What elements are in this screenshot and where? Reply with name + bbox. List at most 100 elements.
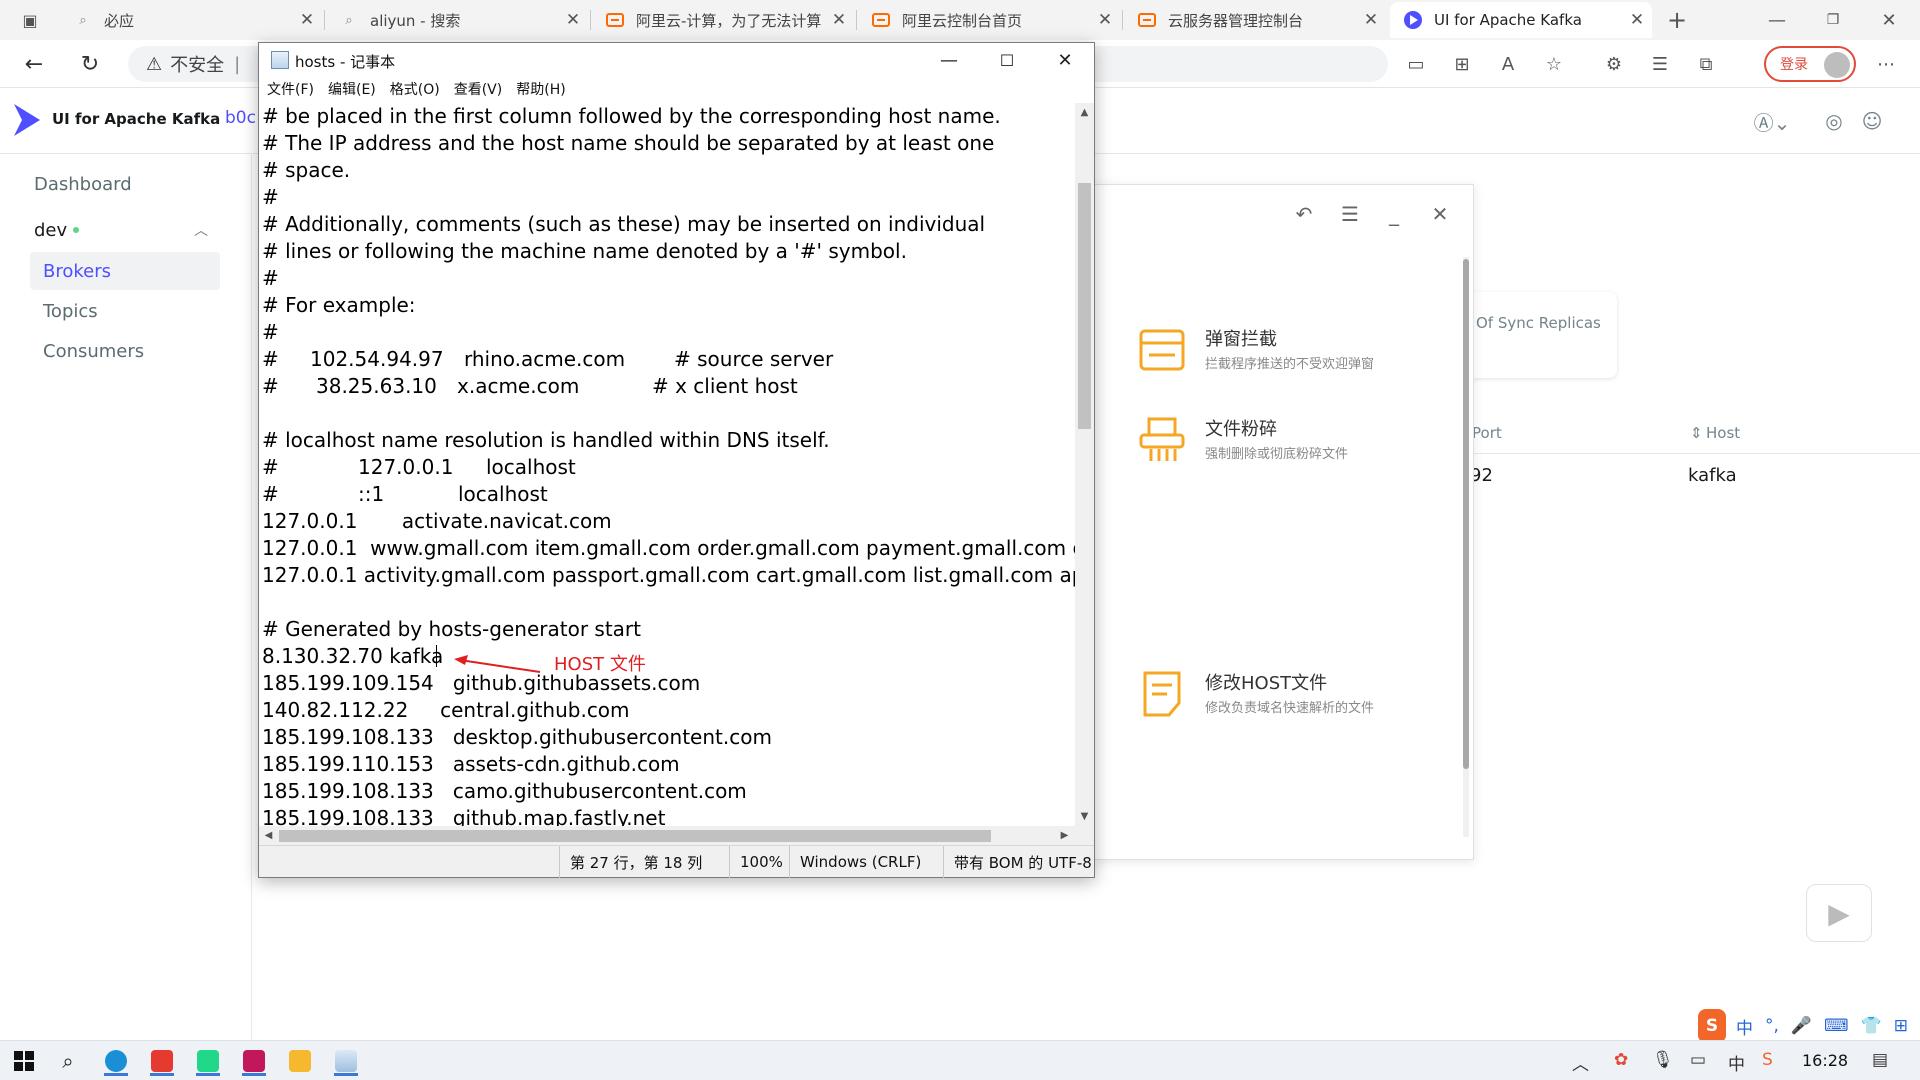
play-icon[interactable]: ▶ — [1806, 884, 1872, 942]
tray-expand-icon[interactable]: ︿ — [1572, 1050, 1589, 1075]
wps-app-icon[interactable] — [144, 1046, 180, 1076]
menu-edit[interactable]: 编辑(E) — [328, 79, 376, 99]
sogou-tray-icon[interactable]: S — [1762, 1050, 1773, 1070]
back-icon[interactable]: ← — [16, 48, 52, 80]
menu-format[interactable]: 格式(O) — [390, 79, 440, 99]
close-tab-icon[interactable]: ✕ — [1356, 10, 1386, 30]
sogou-ime-icon[interactable]: S — [1698, 1009, 1726, 1043]
favorite-star-icon[interactable]: ☆ — [1540, 52, 1568, 76]
tray-app-icon[interactable]: ✿ — [1614, 1050, 1628, 1070]
maximize-icon[interactable]: ☐ — [978, 43, 1036, 77]
device-icon[interactable]: ▭ — [1402, 52, 1430, 76]
minimize-icon[interactable]: — — [920, 43, 978, 77]
scroll-up-icon[interactable]: ▲ — [1075, 103, 1094, 121]
tab-aliyun-home[interactable]: 阿里云-计算，为了无法计算 ✕ — [592, 2, 854, 38]
vertical-scrollbar[interactable]: ▲ ▼ — [1075, 103, 1094, 867]
notification-icon[interactable]: ▤ — [1872, 1050, 1888, 1070]
menu-file[interactable]: 文件(F) — [267, 79, 314, 99]
ime-language[interactable]: 中 — [1736, 1014, 1753, 1039]
sidebar-item-topics[interactable]: Topics — [30, 292, 220, 330]
tool-file-shredder[interactable]: 文件粉碎 强制删除或彻底粉碎文件 — [1139, 413, 1439, 473]
scrollbar-thumb[interactable] — [279, 830, 991, 842]
discord-icon[interactable]: ☺ — [1858, 108, 1886, 134]
tool-desc: 强制删除或彻底粉碎文件 — [1205, 447, 1349, 462]
clock[interactable]: 16:28 — [1802, 1051, 1848, 1070]
microphone-icon[interactable]: 🎙 — [1652, 1050, 1674, 1070]
read-aloud-icon[interactable]: A — [1494, 52, 1522, 76]
punctuation-icon[interactable]: °, — [1765, 1016, 1779, 1036]
more-icon[interactable]: ⋯ — [1872, 52, 1900, 76]
list-icon[interactable]: ☰ — [1335, 199, 1365, 229]
text-editor-area[interactable]: # be placed in the first column followed… — [262, 103, 1076, 871]
scroll-down-icon[interactable]: ▼ — [1075, 807, 1094, 825]
close-tab-icon[interactable]: ✕ — [1622, 10, 1652, 30]
tab-aliyun-console[interactable]: 阿里云控制台首页 ✕ — [858, 2, 1120, 38]
sidebar-item-dashboard[interactable]: Dashboard — [30, 165, 220, 203]
column-header-host[interactable]: Host — [1706, 424, 1740, 442]
sidebar-item-consumers[interactable]: Consumers — [30, 332, 220, 370]
sort-icon[interactable]: ⇕ — [1690, 424, 1703, 442]
tab-ecs-console[interactable]: 云服务器管理控制台 ✕ — [1124, 2, 1386, 38]
sidebar-item-cluster[interactable]: dev ︿ — [30, 211, 220, 249]
collections-icon[interactable]: ⧉ — [1692, 52, 1720, 76]
start-icon[interactable] — [6, 1046, 42, 1076]
close-tab-icon[interactable]: ✕ — [1090, 10, 1120, 30]
tab-bing[interactable]: ⌕ 必应 ✕ — [60, 2, 322, 38]
keyboard-icon[interactable]: ⌨ — [1824, 1016, 1849, 1036]
battery-icon[interactable]: ▭ — [1690, 1050, 1706, 1070]
close-icon[interactable]: ✕ — [1036, 43, 1094, 77]
scroll-right-icon[interactable]: ▶ — [1055, 826, 1074, 844]
folder-app-icon[interactable] — [282, 1046, 318, 1076]
text-line: # 38.25.63.10 x.acme.com # x client host — [262, 373, 1062, 400]
minimize-icon[interactable]: — — [1754, 4, 1800, 36]
github-icon[interactable]: ◎ — [1820, 108, 1848, 134]
text-token: # source server — [674, 347, 834, 371]
microphone-icon[interactable]: 🎤 — [1791, 1016, 1812, 1036]
menu-view[interactable]: 查看(V) — [454, 79, 503, 99]
notepad-app-icon[interactable] — [328, 1046, 364, 1076]
tool-host-file[interactable]: 修改HOST文件 修改负责域名快速解析的文件 — [1139, 667, 1439, 727]
tab-kafka-ui[interactable]: UI for Apache Kafka ✕ — [1390, 2, 1652, 38]
scrollbar-thumb[interactable] — [1078, 183, 1091, 429]
search-icon[interactable]: ⌕ — [50, 1046, 86, 1076]
restore-icon[interactable]: ❐ — [1810, 4, 1856, 36]
idea-app-icon[interactable] — [236, 1046, 272, 1076]
extensions-icon[interactable]: ⚙ — [1600, 52, 1628, 76]
column-header-port[interactable]: Port — [1472, 424, 1502, 442]
edge-app-icon[interactable] — [98, 1046, 134, 1076]
aliyun-icon — [606, 11, 624, 29]
horizontal-scrollbar[interactable]: ◀ ▶ — [259, 826, 1075, 845]
tab-divider — [856, 10, 857, 30]
scroll-left-icon[interactable]: ◀ — [259, 826, 278, 844]
tab-actions-icon[interactable]: ▣ — [6, 4, 54, 36]
skin-icon[interactable]: 👕 — [1861, 1016, 1882, 1036]
apps-icon[interactable]: ⊞ — [1448, 52, 1476, 76]
close-tab-icon[interactable]: ✕ — [558, 10, 588, 30]
close-tab-icon[interactable]: ✕ — [292, 10, 322, 30]
text-line: 8.130.32.70 kafka — [262, 644, 444, 668]
favorites-icon[interactable]: ☰ — [1646, 52, 1674, 76]
user-menu-icon[interactable]: Ⓐ⌄ — [1752, 108, 1792, 135]
tool-popup-block[interactable]: 弹窗拦截 拦截程序推送的不受欢迎弹窗 — [1139, 323, 1439, 383]
sidebar-item-brokers[interactable]: Brokers — [30, 252, 220, 290]
text-token: localhost — [486, 455, 576, 479]
toolbox-icon[interactable]: ⊞ — [1894, 1016, 1908, 1036]
undo-icon[interactable]: ↶ — [1289, 199, 1319, 229]
annotation-label: HOST 文件 — [554, 654, 646, 675]
close-window-icon[interactable]: ✕ — [1866, 4, 1912, 36]
tab-aliyun-search[interactable]: ⌕ aliyun - 搜索 ✕ — [326, 2, 588, 38]
close-tab-icon[interactable]: ✕ — [824, 10, 854, 30]
browser-tab-bar: ▣ ⌕ 必应 ✕ ⌕ aliyun - 搜索 ✕ 阿里云-计算，为了无法计算 ✕… — [0, 0, 1920, 40]
close-icon[interactable]: ✕ — [1425, 199, 1455, 229]
ime-tray-icon[interactable]: 中 — [1728, 1050, 1745, 1075]
scrollbar-thumb[interactable] — [1463, 259, 1469, 769]
kafka-icon — [1404, 11, 1422, 29]
reload-icon[interactable]: ↻ — [72, 48, 108, 80]
scrollbar[interactable] — [1461, 245, 1471, 849]
encoding: 带有 BOM 的 UTF-8 — [943, 846, 1093, 878]
minimize-icon[interactable]: _ — [1379, 199, 1409, 229]
new-tab-icon[interactable]: + — [1654, 4, 1700, 36]
login-button[interactable]: 登录 — [1764, 46, 1856, 82]
menu-help[interactable]: 帮助(H) — [516, 79, 565, 99]
pycharm-app-icon[interactable] — [190, 1046, 226, 1076]
